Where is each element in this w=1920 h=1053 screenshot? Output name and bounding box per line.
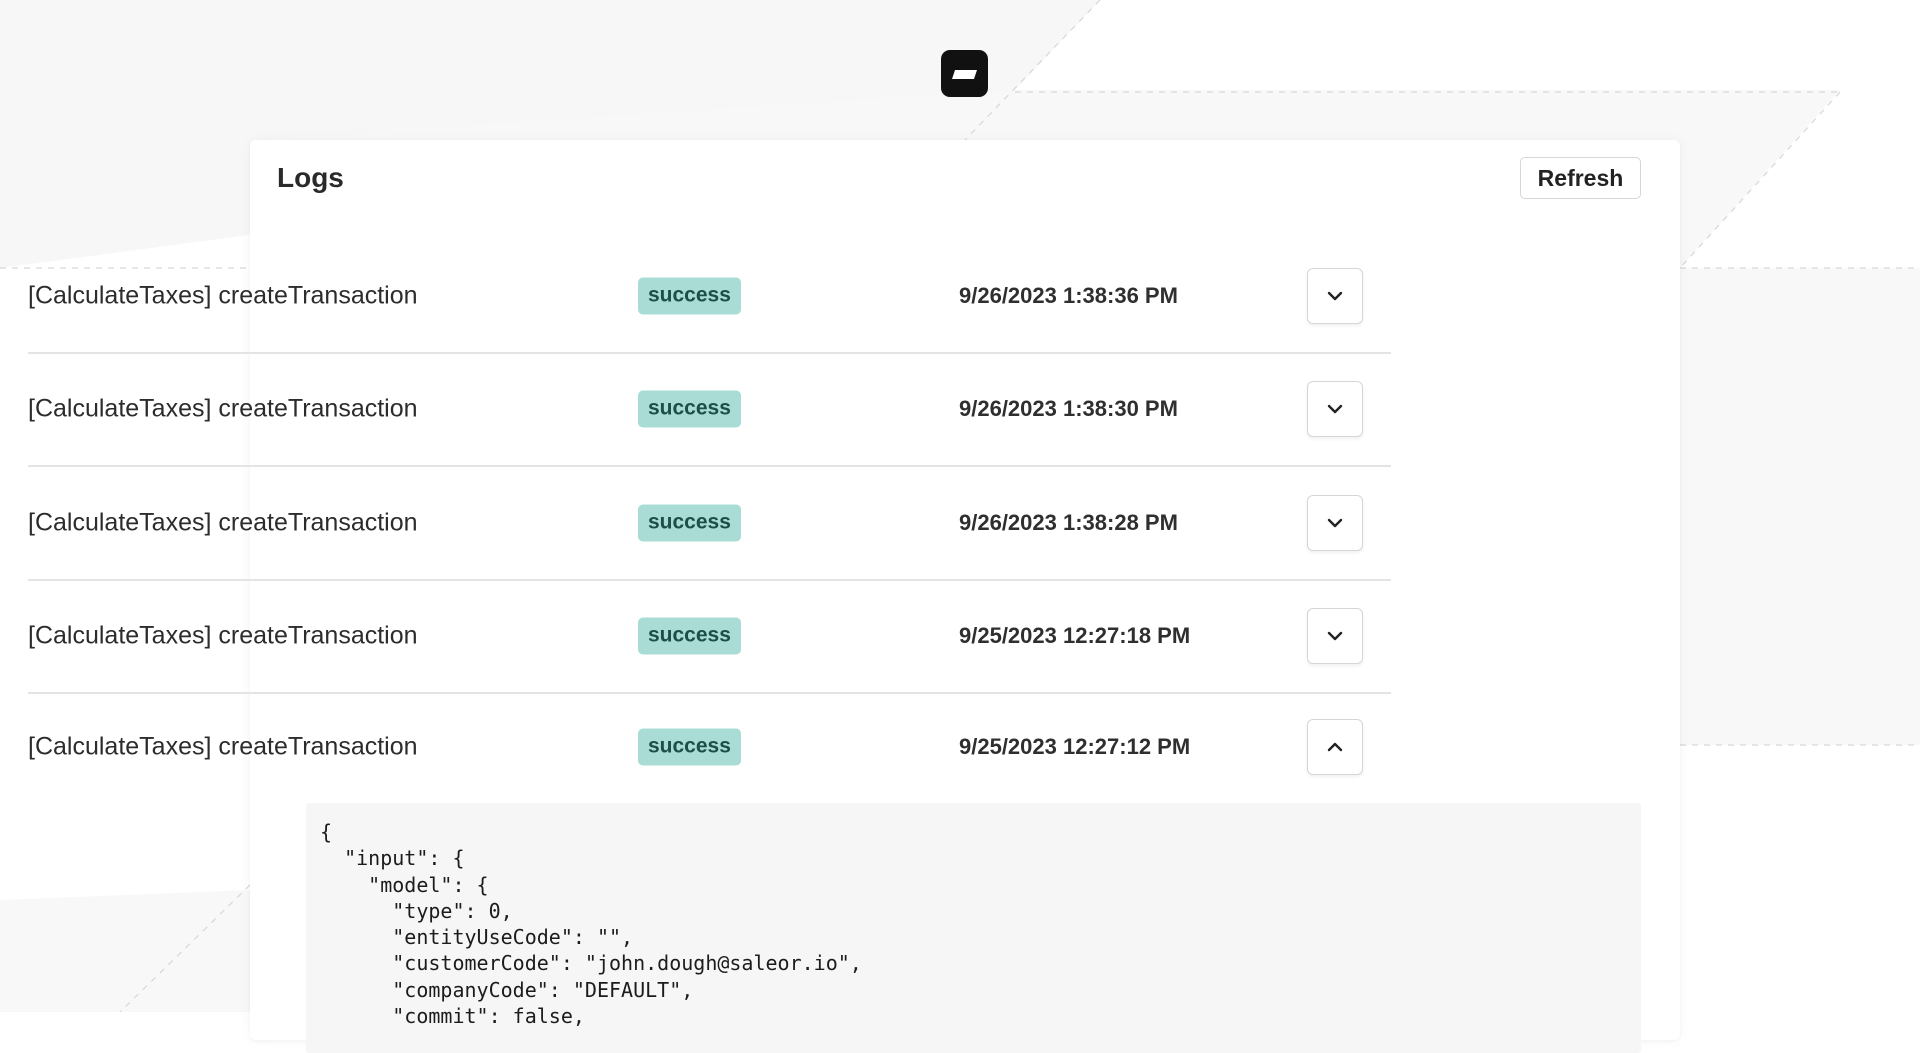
log-name: [CalculateTaxes] createTransaction: [28, 281, 418, 310]
log-timestamp: 9/25/2023 12:27:12 PM: [959, 733, 1191, 759]
log-timestamp: 9/26/2023 1:38:30 PM: [959, 396, 1178, 422]
log-row: [CalculateTaxes] createTransaction succe…: [28, 581, 1391, 694]
log-row: [CalculateTaxes] createTransaction succe…: [28, 694, 1391, 799]
status-badge: success: [638, 728, 741, 765]
expand-toggle-button[interactable]: [1307, 494, 1363, 551]
chevron-up-icon: [1327, 742, 1343, 751]
log-payload-json: { "input": { "model": { "type": 0, "enti…: [320, 820, 862, 1029]
chevron-down-icon: [1327, 291, 1343, 300]
expand-toggle-button[interactable]: [1307, 267, 1363, 324]
chevron-down-icon: [1327, 632, 1343, 641]
log-name: [CalculateTaxes] createTransaction: [28, 621, 418, 650]
collapse-toggle-button[interactable]: [1307, 718, 1363, 775]
saleor-logo-icon: [941, 50, 988, 97]
status-badge: success: [638, 390, 741, 428]
log-timestamp: 9/26/2023 1:38:28 PM: [959, 509, 1178, 535]
chevron-down-icon: [1327, 405, 1343, 414]
page-title: Logs: [277, 162, 344, 193]
log-name: [CalculateTaxes] createTransaction: [28, 732, 418, 760]
log-row: [CalculateTaxes] createTransaction succe…: [28, 240, 1391, 354]
status-badge: success: [638, 617, 741, 655]
log-row: [CalculateTaxes] createTransaction succe…: [28, 467, 1391, 581]
log-row: [CalculateTaxes] createTransaction succe…: [28, 354, 1391, 467]
log-name: [CalculateTaxes] createTransaction: [28, 394, 418, 423]
expand-toggle-button[interactable]: [1307, 381, 1363, 438]
log-payload-panel: { "input": { "model": { "type": 0, "enti…: [306, 803, 1641, 1053]
log-timestamp: 9/25/2023 12:27:18 PM: [959, 623, 1191, 649]
logs-list: [CalculateTaxes] createTransaction succe…: [28, 240, 1391, 799]
expand-toggle-button[interactable]: [1307, 608, 1363, 665]
chevron-down-icon: [1327, 518, 1343, 527]
log-timestamp: 9/26/2023 1:38:36 PM: [959, 282, 1178, 308]
status-badge: success: [638, 504, 741, 542]
log-name: [CalculateTaxes] createTransaction: [28, 508, 418, 537]
refresh-button[interactable]: Refresh: [1520, 157, 1641, 199]
status-badge: success: [638, 277, 741, 315]
